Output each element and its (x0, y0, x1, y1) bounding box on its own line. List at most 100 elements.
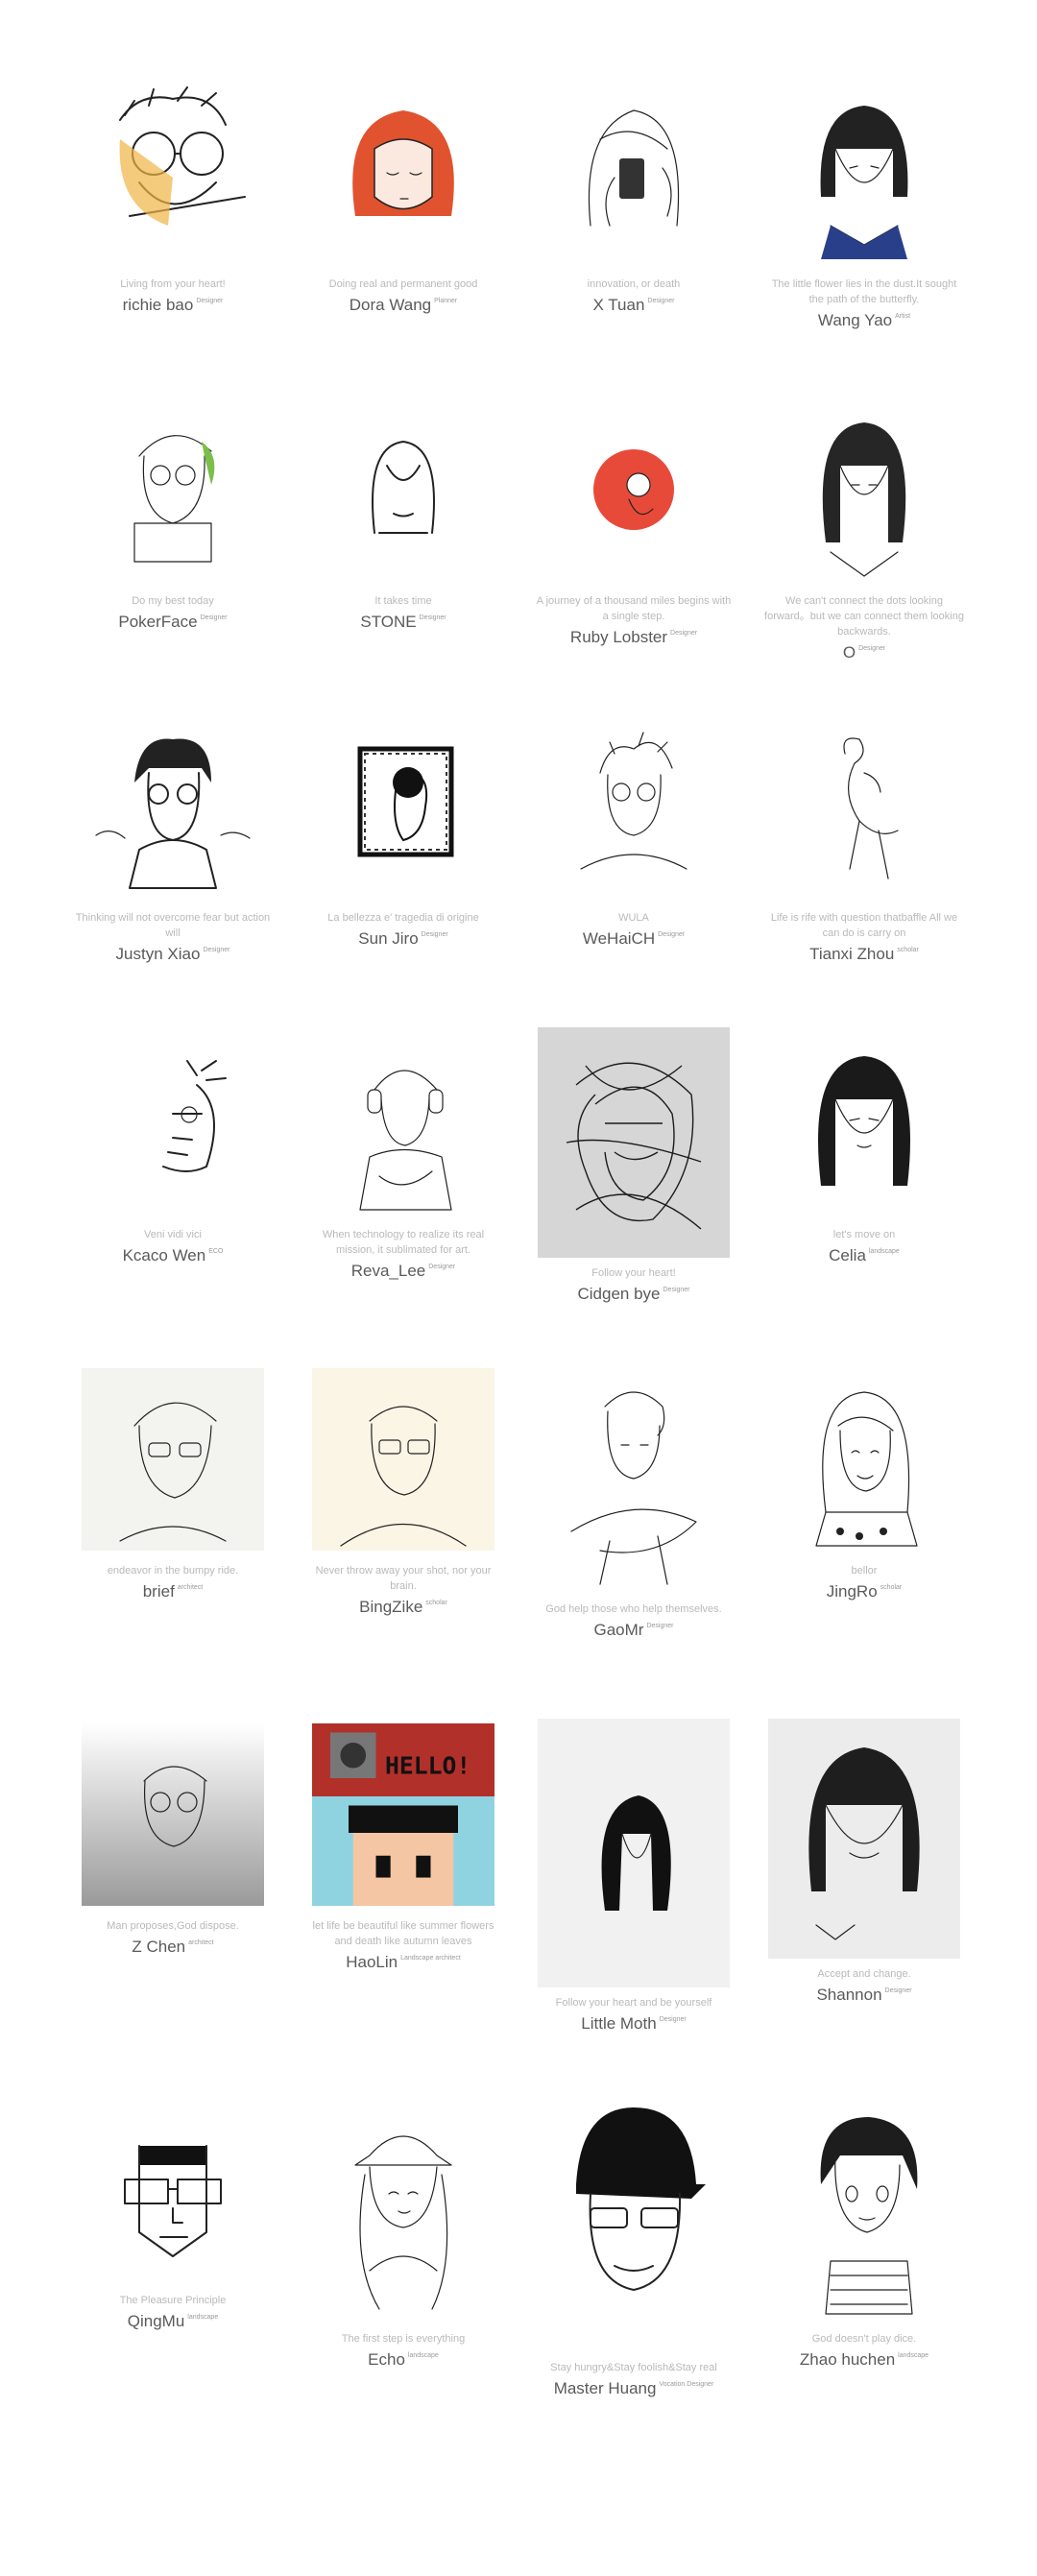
profile-card[interactable]: The first step is everything Echo landsca… (288, 2093, 518, 2370)
profile-card[interactable]: Veni vidi vici Kcaco Wen ECO (58, 1027, 288, 1265)
ink-portrait-bangs-icon (768, 1719, 960, 1959)
profile-name-line: Wang Yao Artist (749, 311, 979, 330)
profile-role: Designer (419, 614, 446, 621)
profile-role: Designer (670, 630, 698, 637)
profile-role: Designer (658, 931, 686, 938)
profile-card[interactable]: It takes time STONE Designer (288, 394, 518, 632)
profile-role: landscape (187, 2314, 219, 2321)
profile-card[interactable]: WULA WeHaiCH Designer (518, 710, 749, 949)
profile-card[interactable]: God doesn't play dice. Zhao huchen landsc… (749, 2093, 979, 2370)
profile-name-line: BingZike scholar (288, 1598, 518, 1617)
sketch-portrait-bob-hair-icon (768, 77, 960, 269)
pencil-portrait-glasses-icon (77, 1363, 269, 1555)
profile-row: Thinking will not overcome fear but acti… (58, 710, 979, 1027)
profile-role: Planner (434, 298, 458, 304)
profile-quote: The little flower lies in the dust.It so… (771, 278, 957, 305)
profile-name-line: O Designer (749, 643, 979, 662)
profile-quote: Veni vidi vici (144, 1229, 202, 1240)
profile-card[interactable]: The Pleasure Principle QingMu landscape (58, 2093, 288, 2331)
profile-name-line: PokerFace Designer (58, 613, 288, 632)
profile-row: Man proposes,God dispose. Z Chen architec… (58, 1719, 979, 2093)
sketch-portrait-messy-hair-icon (538, 710, 730, 903)
profile-card[interactable]: endeavor in the bumpy ride. brief archite… (58, 1363, 288, 1601)
profile-name: brief (142, 1582, 175, 1601)
profile-role: Designer (428, 1264, 456, 1270)
profile-name: Wang Yao (817, 311, 893, 329)
profile-quote: It takes time (374, 595, 432, 607)
profile-name-line: Cidgen bye Designer (518, 1285, 749, 1304)
profile-name: Reva_Lee (350, 1262, 426, 1280)
profile-quote: Follow your heart and be yourself (555, 1997, 712, 2009)
profile-card[interactable]: When technology to realize its real miss… (288, 1027, 518, 1281)
sketch-portrait-signature-icon (77, 710, 269, 903)
profile-name: Tianxi Zhou (809, 945, 895, 963)
geometric-portrait-glasses-icon (77, 2093, 269, 2285)
profile-card[interactable]: Accept and change. Shannon Designer (749, 1719, 979, 2005)
profile-quote: bellor (851, 1565, 878, 1577)
profile-card[interactable]: innovation, or death X Tuan Designer (518, 77, 749, 315)
profile-card[interactable]: God help those who help themselves. GaoM… (518, 1363, 749, 1640)
profile-role: architect (188, 1939, 214, 1946)
profile-name: PokerFace (118, 613, 198, 631)
profile-name-line: Tianxi Zhou scholar (749, 945, 979, 964)
sketch-portrait-long-hair-icon (768, 394, 960, 586)
profile-card[interactable]: Thinking will not overcome fear but acti… (58, 710, 288, 964)
profile-name-line: X Tuan Designer (518, 296, 749, 315)
line-portrait-minimal-icon (307, 394, 499, 586)
profile-name: X Tuan (592, 296, 645, 314)
profile-card[interactable]: Life is rife with question thatbaffle Al… (749, 710, 979, 964)
profile-card[interactable]: Living from your heart! richie bao Design… (58, 77, 288, 315)
profile-name-line: JingRo scholar (749, 1582, 979, 1601)
profile-name-line: Zhao huchen landscape (749, 2350, 979, 2370)
profile-role: Designer (196, 298, 224, 304)
profile-name: GaoMr (593, 1621, 644, 1639)
profile-card[interactable]: Follow your heart and be yourself Little… (518, 1719, 749, 2034)
profile-card[interactable]: We can't connect the dots looking forwar… (749, 394, 979, 662)
profile-card[interactable]: bellor JingRo scholar (749, 1363, 979, 1601)
profile-name-line: QingMu landscape (58, 2312, 288, 2331)
profile-name-line: Z Chen architect (58, 1938, 288, 1957)
profile-quote: let's move on (832, 1229, 896, 1240)
profile-card[interactable]: Stay hungry&Stay foolish&Stay real Maste… (518, 2093, 749, 2398)
profile-card[interactable]: Do my best today PokerFace Designer (58, 394, 288, 632)
sketch-portrait-girl-icon (768, 1363, 960, 1555)
profile-role: landscape (407, 2352, 439, 2359)
profile-card[interactable]: Never throw away your shot, nor your bra… (288, 1363, 518, 1617)
sketch-portrait-bucket-hat-icon (307, 2093, 499, 2323)
profile-card[interactable]: Man proposes,God dispose. Z Chen architec… (58, 1719, 288, 1957)
profile-card[interactable]: La bellezza e' tragedia di origine Sun J… (288, 710, 518, 949)
profile-quote: When technology to realize its real miss… (322, 1229, 485, 1256)
profile-name: Kcaco Wen (122, 1246, 206, 1264)
profile-role: Artist (895, 313, 911, 320)
profile-quote: Never throw away your shot, nor your bra… (315, 1565, 492, 1592)
profile-role: scholar (880, 1584, 903, 1591)
profile-role: Vocation Designer (659, 2381, 714, 2388)
profile-quote: let life be beautiful like summer flower… (312, 1920, 494, 1947)
profile-quote: Thinking will not overcome fear but acti… (75, 912, 271, 939)
profile-row: The Pleasure Principle QingMu landscape T… (58, 2093, 979, 2458)
sketch-portrait-glasses-icon (77, 77, 269, 269)
profile-card[interactable]: A journey of a thousand miles begins wit… (518, 394, 749, 647)
sketch-portrait-phone-icon (538, 77, 730, 269)
profile-name: QingMu (127, 2312, 185, 2330)
profile-row: Living from your heart! richie bao Design… (58, 77, 979, 394)
profile-role: Designer (884, 1987, 912, 1994)
sketch-portrait-red-hair-icon (307, 77, 499, 269)
profile-role: Designer (647, 298, 675, 304)
profile-role: Designer (421, 931, 448, 938)
profile-card[interactable]: HELLO! let life be beautiful like summer… (288, 1719, 518, 1972)
profile-quote: The first step is everything (341, 2333, 466, 2345)
profile-role: Designer (203, 947, 230, 953)
profile-card[interactable]: Doing real and permanent good Dora Wang P… (288, 77, 518, 315)
profile-card[interactable]: The little flower lies in the dust.It so… (749, 77, 979, 330)
profile-card[interactable]: let's move on Celia landscape (749, 1027, 979, 1265)
profile-name-line: Celia landscape (749, 1246, 979, 1265)
profile-card[interactable]: Follow your heart! Cidgen bye Designer (518, 1027, 749, 1304)
profile-quote: Follow your heart! (591, 1267, 676, 1279)
profile-name-line: Dora Wang Planner (288, 296, 518, 315)
profile-quote: God help those who help themselves. (545, 1603, 722, 1615)
profile-name: Little Moth (581, 2014, 657, 2033)
pencil-portrait-man-icon (307, 1363, 499, 1555)
profile-name: WeHaiCH (582, 929, 656, 948)
sketch-portrait-scarf-icon (538, 1363, 730, 1594)
